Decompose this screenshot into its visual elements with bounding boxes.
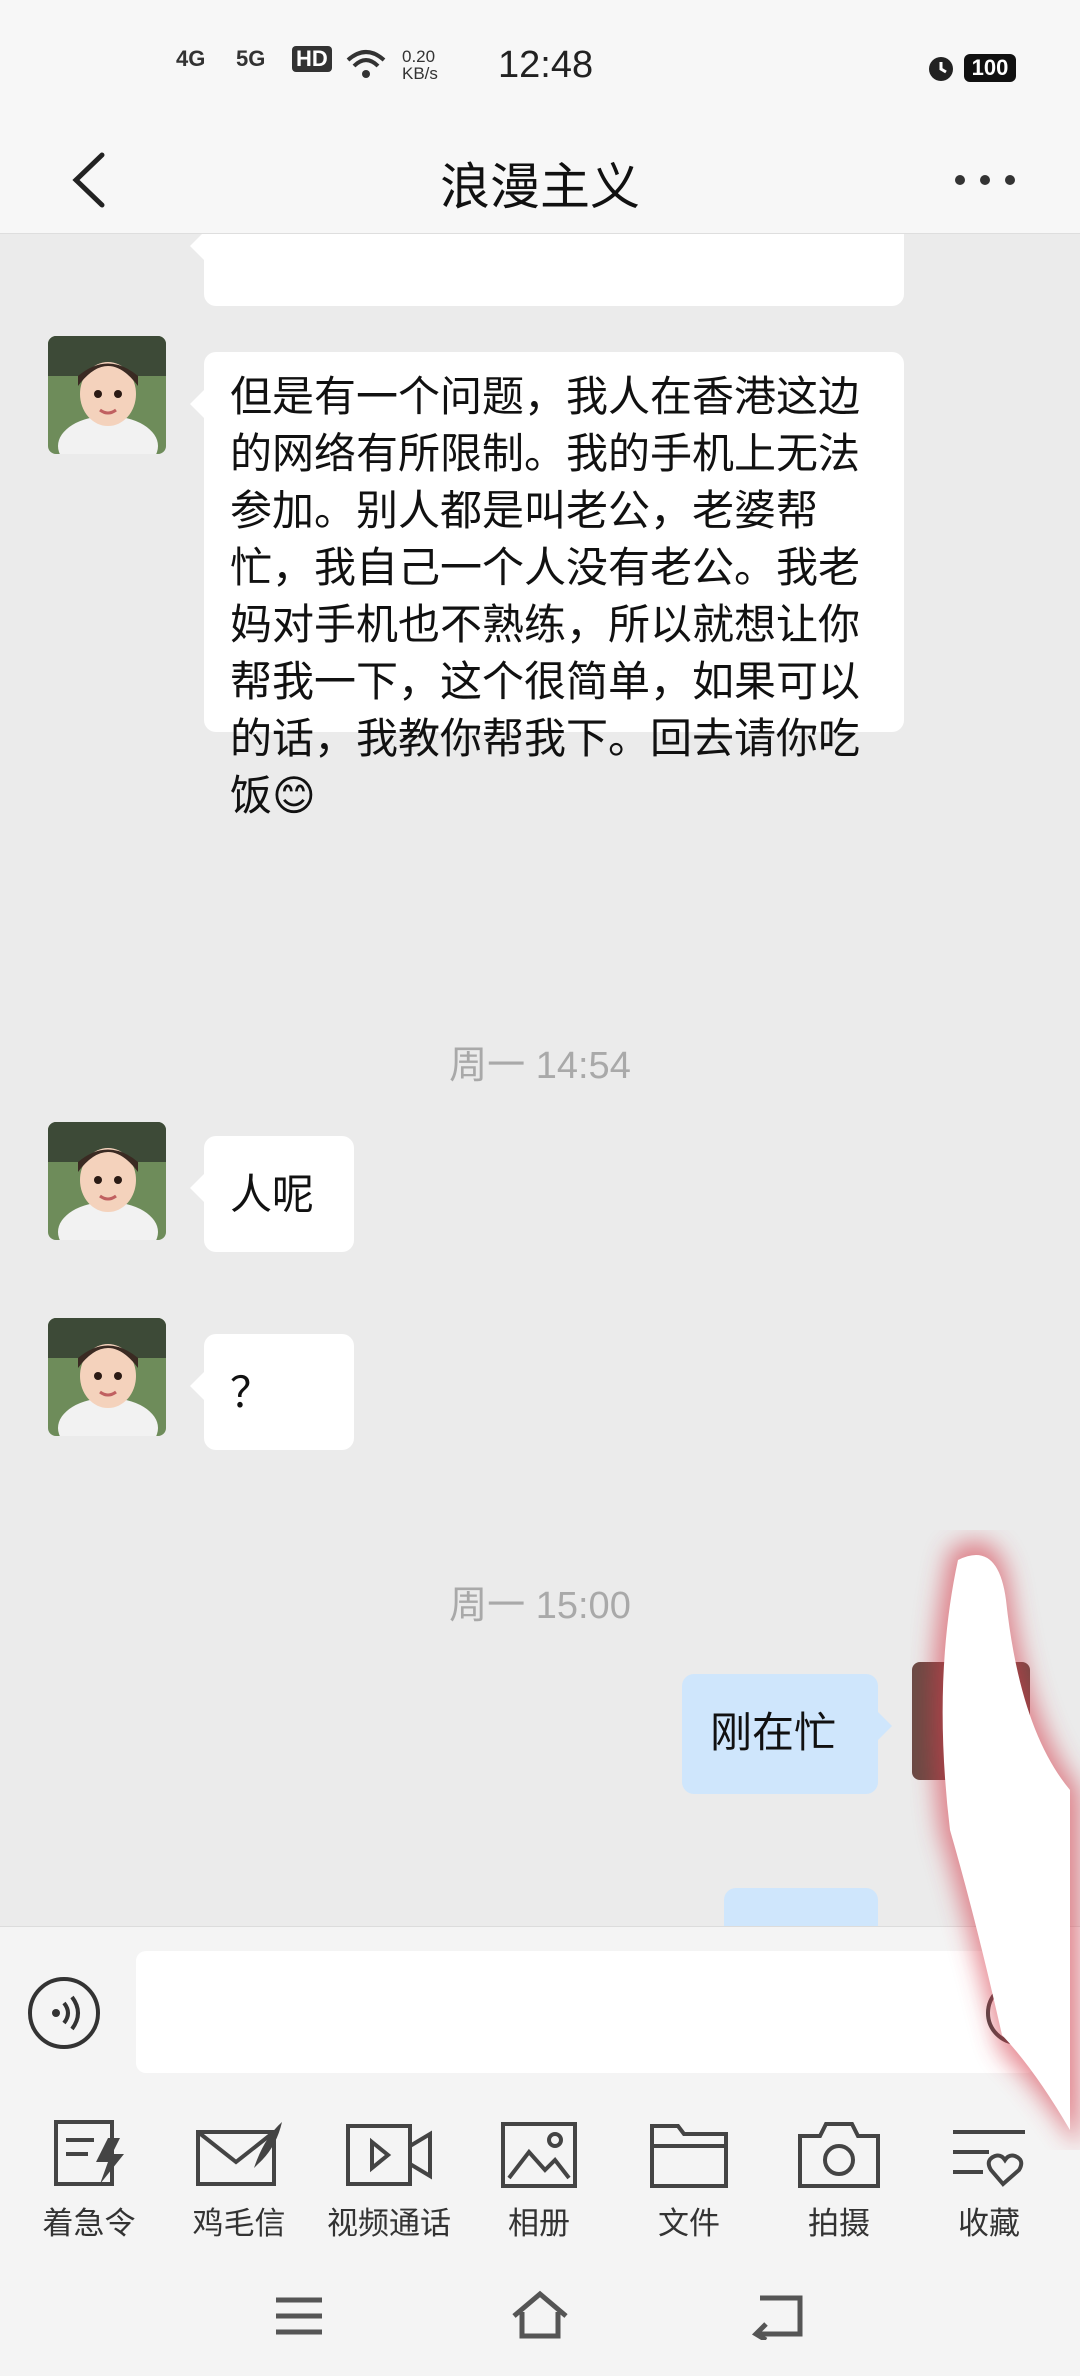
message-bubble[interactable]: ？ bbox=[190, 1334, 354, 1450]
home-icon[interactable] bbox=[510, 2290, 570, 2340]
tool-urgent[interactable]: 着急令 bbox=[14, 2118, 164, 2243]
avatar[interactable] bbox=[48, 1318, 166, 1436]
video-call-icon bbox=[346, 2124, 432, 2186]
timestamp: 周一 14:54 bbox=[449, 1045, 631, 1087]
tool-label: 视频通话 bbox=[327, 2206, 451, 2242]
tool-label: 文件 bbox=[658, 2206, 720, 2242]
folder-icon bbox=[650, 2124, 728, 2188]
network-5g: 5G bbox=[236, 46, 266, 71]
voice-input-icon[interactable] bbox=[28, 1977, 100, 2049]
message-text: 刚在忙 bbox=[710, 1708, 837, 1757]
network-speed: 0.20 KB/s bbox=[402, 47, 438, 83]
tool-label: 收藏 bbox=[958, 2206, 1020, 2242]
tool-feather-letter[interactable]: 鸡毛信 bbox=[164, 2118, 314, 2243]
tool-label: 鸡毛信 bbox=[192, 2206, 286, 2242]
clock: 12:48 bbox=[498, 44, 594, 86]
network-4g: 4G bbox=[176, 46, 206, 71]
tool-label: 着急令 bbox=[42, 2206, 136, 2242]
tool-label: 拍摄 bbox=[808, 2206, 870, 2242]
hd-badge: HD bbox=[292, 46, 332, 72]
tool-file[interactable]: 文件 bbox=[614, 2118, 764, 2243]
message-input[interactable] bbox=[136, 1951, 1036, 2073]
battery-indicator: 100 bbox=[964, 54, 1016, 82]
tool-album[interactable]: 相册 bbox=[464, 2118, 614, 2243]
previous-message-bubble[interactable] bbox=[190, 234, 904, 306]
message-text: ？ bbox=[230, 1368, 273, 1417]
system-navigation-bar bbox=[0, 2250, 1080, 2376]
my-message-bubble[interactable]: 刚在忙 bbox=[682, 1674, 892, 1794]
chat-title: 浪漫主义 bbox=[440, 158, 640, 216]
menu-icon[interactable] bbox=[274, 2296, 324, 2336]
message-bubble[interactable]: 人呢 bbox=[190, 1136, 354, 1252]
tool-camera[interactable]: 拍摄 bbox=[764, 2118, 914, 2243]
alarm-icon bbox=[929, 57, 953, 81]
message-text: 但是有一个问题，我人在香港这边的网络有所限制。我的手机上无法参加。别人都是叫老公… bbox=[230, 372, 861, 820]
tool-label: 相册 bbox=[508, 2206, 570, 2242]
status-bar: 4G 5G HD 0.20 KB/s 12:48 100 bbox=[0, 0, 1080, 125]
avatar[interactable] bbox=[48, 1122, 166, 1240]
camera-icon bbox=[798, 2122, 880, 2188]
album-icon bbox=[501, 2122, 577, 2188]
privacy-scribble bbox=[932, 1541, 1080, 2150]
more-options-icon[interactable] bbox=[950, 165, 1020, 195]
message-bubble[interactable]: 但是有一个问题，我人在香港这边的网络有所限制。我的手机上无法参加。别人都是叫老公… bbox=[190, 352, 904, 820]
tool-video-call[interactable]: 视频通话 bbox=[314, 2118, 464, 2243]
back-nav-icon[interactable] bbox=[750, 2290, 806, 2340]
my-message-bubble[interactable] bbox=[724, 1888, 878, 1926]
avatar[interactable] bbox=[48, 336, 166, 454]
feather-letter-icon bbox=[196, 2122, 282, 2186]
chat-header: 浪漫主义 bbox=[0, 125, 1080, 234]
wifi-icon bbox=[346, 50, 386, 78]
urgent-message-icon bbox=[54, 2120, 124, 2186]
message-text: 人呢 bbox=[230, 1170, 315, 1219]
